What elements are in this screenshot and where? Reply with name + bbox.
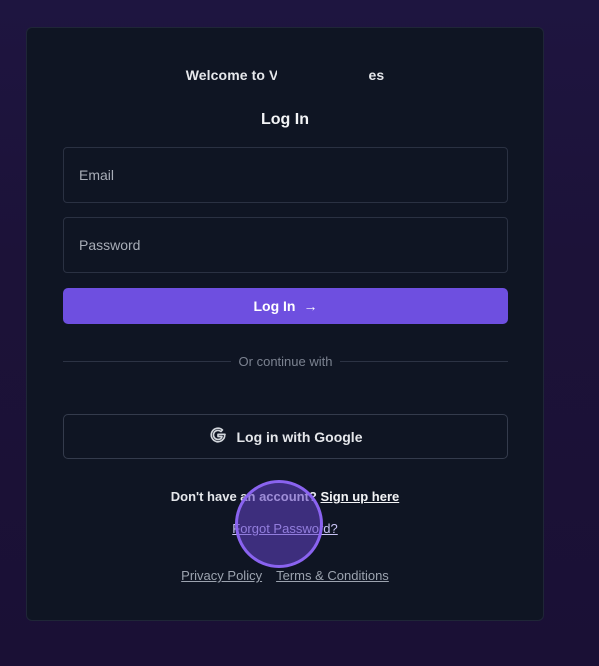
divider-line-right xyxy=(340,360,508,362)
arrow-right-icon: → xyxy=(303,298,318,314)
welcome-heading: Welcome to V es xyxy=(27,67,543,83)
google-g-icon-svg xyxy=(209,427,226,443)
privacy-policy-link[interactable]: Privacy Policy xyxy=(181,568,262,583)
login-button-label: Log In xyxy=(253,298,296,314)
redacted-text xyxy=(277,68,370,82)
forgot-password-row: Forgot Password? xyxy=(27,521,543,536)
password-field[interactable] xyxy=(63,217,508,273)
divider-text: Or continue with xyxy=(238,353,333,369)
terms-link[interactable]: Terms & Conditions xyxy=(276,568,389,583)
signup-row: Don't have an account? Sign up here xyxy=(27,489,543,504)
page-title: Log In xyxy=(261,111,309,128)
google-login-label: Log in with Google xyxy=(236,428,363,445)
or-divider: Or continue with xyxy=(63,353,508,369)
google-login-button[interactable]: Log in with Google xyxy=(63,414,508,459)
welcome-suffix: es xyxy=(368,67,385,83)
login-button[interactable]: Log In → xyxy=(63,288,508,324)
footer-links: Privacy Policy Terms & Conditions xyxy=(27,568,543,583)
login-card: Welcome to V es Log In Log In → Or contin… xyxy=(26,27,544,621)
welcome-prefix: Welcome to V xyxy=(185,67,279,83)
email-field[interactable] xyxy=(63,147,508,203)
signup-prompt: Don't have an account? xyxy=(170,489,317,504)
forgot-password-link[interactable]: Forgot Password? xyxy=(232,521,338,536)
google-g-icon xyxy=(209,426,227,447)
signup-link[interactable]: Sign up here xyxy=(321,489,400,504)
divider-line-left xyxy=(63,360,231,362)
